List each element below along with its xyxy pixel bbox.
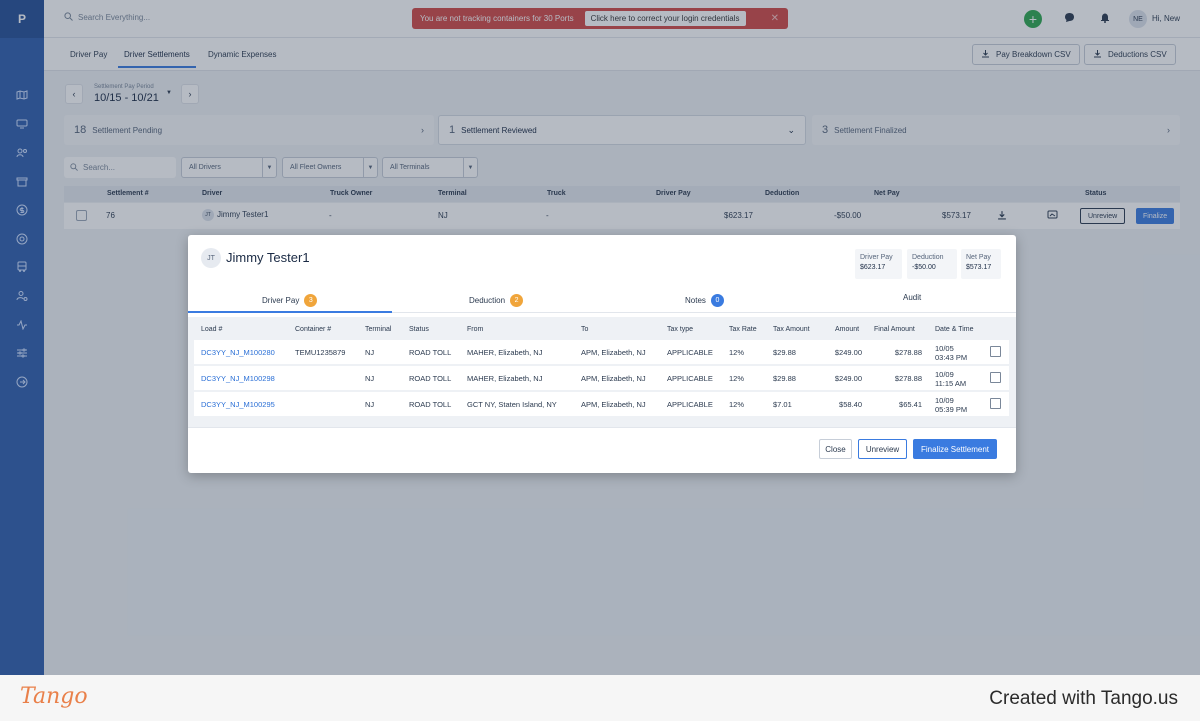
amount: $58.40	[839, 400, 862, 409]
summary-net-pay: Net Pay $573.17	[961, 249, 1001, 279]
tab-driver-pay[interactable]: Driver Pay 3	[262, 294, 318, 307]
load-link[interactable]: DC3YY_NJ_M100298	[201, 374, 275, 383]
document-icon[interactable]	[990, 372, 1001, 383]
table-header: Load # Container # Terminal Status From …	[194, 321, 1009, 337]
tax-amount: $29.88	[773, 374, 796, 383]
tab-label: Audit	[903, 293, 922, 302]
summary-value: $573.17	[966, 264, 992, 271]
date-time: 10/09 11:15 AM	[935, 370, 966, 388]
col-status: Status	[409, 326, 429, 333]
tab-label: Notes	[685, 296, 706, 305]
created-with-text: Created with Tango.us	[989, 688, 1178, 709]
col-load: Load #	[201, 326, 223, 333]
tax-rate: 12%	[729, 374, 745, 383]
col-amount: Amount	[835, 326, 860, 333]
tax-type: APPLICABLE	[667, 348, 713, 357]
summary-label: Net Pay	[966, 254, 991, 261]
close-button[interactable]: Close	[819, 439, 852, 459]
document-icon[interactable]	[990, 346, 1001, 357]
col-to: To	[581, 326, 589, 333]
summary-driver-pay: Driver Pay $623.17	[855, 249, 902, 279]
status: ROAD TOLL	[409, 348, 452, 357]
unreview-button[interactable]: Unreview	[858, 439, 907, 459]
table-row: DC3YY_NJ_M100298 NJ ROAD TOLL MAHER, Eli…	[194, 366, 1009, 390]
tax-type: APPLICABLE	[667, 374, 713, 383]
date-time: 10/09 05:39 PM	[935, 396, 967, 414]
amount: $249.00	[834, 348, 862, 357]
tax-rate: 12%	[729, 348, 745, 357]
from: MAHER, Elizabeth, NJ	[467, 348, 543, 357]
status: ROAD TOLL	[409, 374, 452, 383]
date-time: 10/05 03:43 PM	[935, 344, 967, 362]
col-tax-rate: Tax Rate	[729, 326, 757, 333]
container: TEMU1235879	[295, 348, 346, 357]
terminal: NJ	[365, 348, 375, 357]
to: APM, Elizabeth, NJ	[581, 348, 646, 357]
col-final-amount: Final Amount	[874, 326, 915, 333]
col-container: Container #	[295, 326, 332, 333]
terminal: NJ	[365, 400, 375, 409]
document-icon[interactable]	[990, 398, 1001, 409]
final-amount: $65.41	[899, 400, 922, 409]
tax-type: APPLICABLE	[667, 400, 713, 409]
tab-label: Driver Pay	[262, 296, 300, 305]
table-row: DC3YY_NJ_M100280 TEMU1235879 NJ ROAD TOL…	[194, 340, 1009, 364]
amount: $249.00	[834, 374, 862, 383]
tax-rate: 12%	[729, 400, 745, 409]
settlement-modal: JT Jimmy Tester1 Driver Pay $623.17 Dedu…	[188, 235, 1016, 473]
tab-deduction[interactable]: Deduction 2	[469, 294, 524, 307]
modal-tabs: Driver Pay 3 Deduction 2 Notes 0 Audit	[188, 288, 1016, 313]
load-link[interactable]: DC3YY_NJ_M100280	[201, 348, 275, 357]
finalize-settlement-button[interactable]: Finalize Settlement	[913, 439, 997, 459]
load-link[interactable]: DC3YY_NJ_M100295	[201, 400, 275, 409]
tango-logo: Tango	[20, 684, 88, 709]
tax-amount: $7.01	[773, 400, 792, 409]
from: GCT NY, Staten Island, NY	[467, 400, 557, 409]
summary-label: Deduction	[912, 254, 944, 261]
from: MAHER, Elizabeth, NJ	[467, 374, 543, 383]
col-tax-amount: Tax Amount	[773, 326, 810, 333]
modal-divider	[188, 427, 1016, 428]
tab-notes[interactable]: Notes 0	[685, 294, 724, 307]
col-terminal: Terminal	[365, 326, 392, 333]
driver-pay-table: Load # Container # Terminal Status From …	[188, 317, 1016, 427]
summary-deduction: Deduction -$50.00	[907, 249, 957, 279]
summary-value: $623.17	[860, 264, 886, 271]
avatar: JT	[201, 248, 221, 268]
time: 05:39 PM	[935, 405, 968, 414]
driver-name: Jimmy Tester1	[226, 250, 310, 265]
tango-footer: Tango Created with Tango.us	[0, 675, 1200, 721]
tab-audit[interactable]: Audit	[903, 293, 921, 302]
time: 03:43 PM	[935, 353, 968, 362]
to: APM, Elizabeth, NJ	[581, 374, 646, 383]
summary-label: Driver Pay	[860, 254, 893, 261]
to: APM, Elizabeth, NJ	[581, 400, 646, 409]
count-badge: 2	[510, 294, 524, 307]
status: ROAD TOLL	[409, 400, 452, 409]
final-amount: $278.88	[894, 374, 922, 383]
col-from: From	[467, 326, 484, 333]
summary-value: -$50.00	[912, 264, 936, 271]
count-badge: 3	[304, 294, 318, 307]
tax-amount: $29.88	[773, 348, 796, 357]
tab-label: Deduction	[469, 296, 506, 305]
date: 10/09	[935, 370, 954, 379]
date: 10/09	[935, 396, 954, 405]
count-badge: 0	[710, 294, 724, 307]
date: 10/05	[935, 344, 954, 353]
active-tab-indicator	[188, 311, 392, 313]
col-date-time: Date & Time	[935, 326, 974, 333]
col-tax-type: Tax type	[667, 326, 694, 333]
terminal: NJ	[365, 374, 375, 383]
final-amount: $278.88	[894, 348, 922, 357]
table-row: DC3YY_NJ_M100295 NJ ROAD TOLL GCT NY, St…	[194, 392, 1009, 416]
time: 11:15 AM	[935, 379, 967, 388]
